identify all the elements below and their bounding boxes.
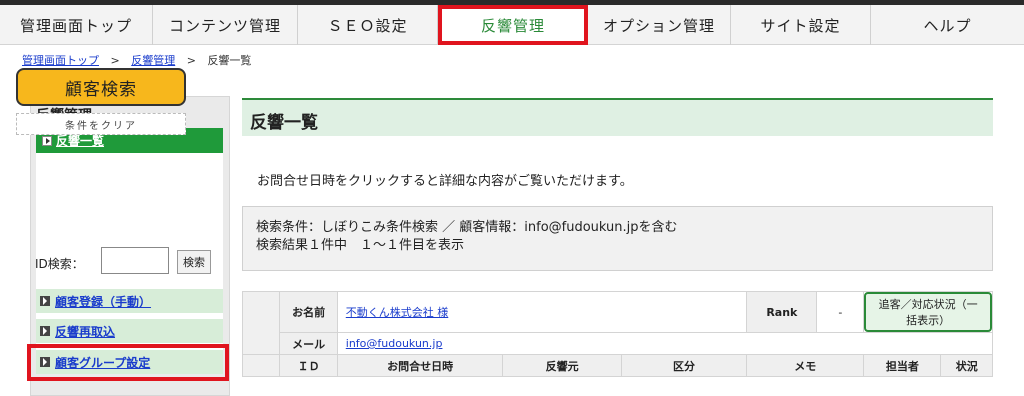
column-header-memo: メモ bbox=[746, 354, 865, 377]
breadcrumb-response[interactable]: 反響管理 bbox=[131, 54, 175, 67]
id-search-label: ID検索： bbox=[35, 257, 84, 271]
breadcrumb-separator: > bbox=[186, 54, 196, 67]
nav-item-help[interactable]: ヘルプ bbox=[871, 5, 1024, 45]
results-table: お名前 不動くん株式会社 様 Rank - 追客／対応状況（一括表示） メール … bbox=[241, 291, 994, 377]
nav-item-top[interactable]: 管理画面トップ bbox=[0, 5, 153, 45]
breadcrumb-current: 反響一覧 bbox=[207, 54, 252, 67]
row-marker bbox=[241, 291, 281, 355]
arrow-icon bbox=[40, 296, 50, 306]
breadcrumb: 管理画面トップ > 反響管理 > 反響一覧 bbox=[22, 52, 251, 68]
search-conditions-text: 検索条件：しぼりこみ条件検索 ／ 顧客情報：info@fudoukun.jpを含… bbox=[256, 220, 678, 235]
sidebar-item-reimport[interactable]: 反響再取込 bbox=[36, 319, 223, 343]
main-nav: 管理画面トップ コンテンツ管理 ＳＥＯ設定 反響管理 オプション管理 サイト設定… bbox=[0, 5, 1024, 45]
intro-text: お問合せ日時をクリックすると詳細な内容がご覧いただけます。 bbox=[257, 174, 633, 189]
nav-item-response[interactable]: 反響管理 bbox=[438, 5, 588, 45]
column-header-status: 状況 bbox=[940, 354, 993, 377]
nav-item-seo[interactable]: ＳＥＯ設定 bbox=[298, 5, 438, 45]
main-content: 反響一覧 お問合せ日時をクリックすると詳細な内容がご覧いただけます。 検索条件：… bbox=[241, 98, 994, 377]
customer-name-link[interactable]: 不動くん株式会社 様 bbox=[346, 306, 449, 319]
column-header-category: 区分 bbox=[620, 354, 748, 377]
search-conditions: 検索条件：しぼりこみ条件検索 ／ 顧客情報：info@fudoukun.jpを含… bbox=[242, 206, 993, 271]
breadcrumb-separator: > bbox=[110, 54, 120, 67]
customer-search-button[interactable]: 顧客検索 bbox=[16, 68, 186, 106]
table-row: メール info@fudoukun.jp bbox=[243, 332, 994, 355]
sidebar-item-label: 顧客登録（手動） bbox=[55, 294, 152, 309]
mail-cell: info@fudoukun.jp bbox=[336, 332, 994, 355]
clear-conditions-button[interactable]: 条件をクリア bbox=[16, 113, 186, 135]
row-marker bbox=[241, 354, 281, 377]
nav-item-content[interactable]: コンテンツ管理 bbox=[153, 5, 298, 45]
customer-email-link[interactable]: info@fudoukun.jp bbox=[346, 337, 443, 350]
sidebar-item-register[interactable]: 顧客登録（手動） bbox=[36, 289, 223, 313]
follow-status-button[interactable]: 追客／対応状況（一括表示） bbox=[864, 292, 992, 332]
rank-label: Rank bbox=[746, 291, 818, 333]
follow-cell: 追客／対応状況（一括表示） bbox=[863, 291, 993, 333]
table-header-row: ＩＤ お問合せ日時 反響元 区分 メモ 担当者 状況 bbox=[241, 354, 993, 377]
highlight-frame bbox=[27, 344, 229, 381]
id-search-button[interactable]: 検索 bbox=[177, 250, 211, 274]
arrow-icon bbox=[42, 135, 52, 146]
arrow-icon bbox=[40, 326, 50, 336]
page-title: 反響一覧 bbox=[242, 98, 993, 136]
column-header-id: ＩＤ bbox=[279, 354, 338, 377]
column-header-staff: 担当者 bbox=[863, 354, 942, 377]
column-header-source: 反響元 bbox=[502, 354, 622, 377]
id-search-input[interactable] bbox=[101, 247, 169, 274]
column-header-date: お問合せ日時 bbox=[336, 354, 504, 377]
nav-item-site-settings[interactable]: サイト設定 bbox=[731, 5, 871, 45]
mail-label: メール bbox=[279, 332, 338, 355]
search-results-count: 検索結果１件中 １～１件目を表示 bbox=[256, 238, 465, 253]
name-cell: 不動くん株式会社 様 bbox=[336, 291, 748, 333]
rank-value: - bbox=[816, 291, 865, 333]
name-label: お名前 bbox=[279, 291, 338, 333]
nav-item-options[interactable]: オプション管理 bbox=[588, 5, 731, 45]
table-row: お名前 不動くん株式会社 様 Rank - 追客／対応状況（一括表示） bbox=[241, 291, 993, 355]
breadcrumb-home[interactable]: 管理画面トップ bbox=[22, 54, 99, 67]
sidebar-item-label: 反響再取込 bbox=[55, 324, 116, 339]
